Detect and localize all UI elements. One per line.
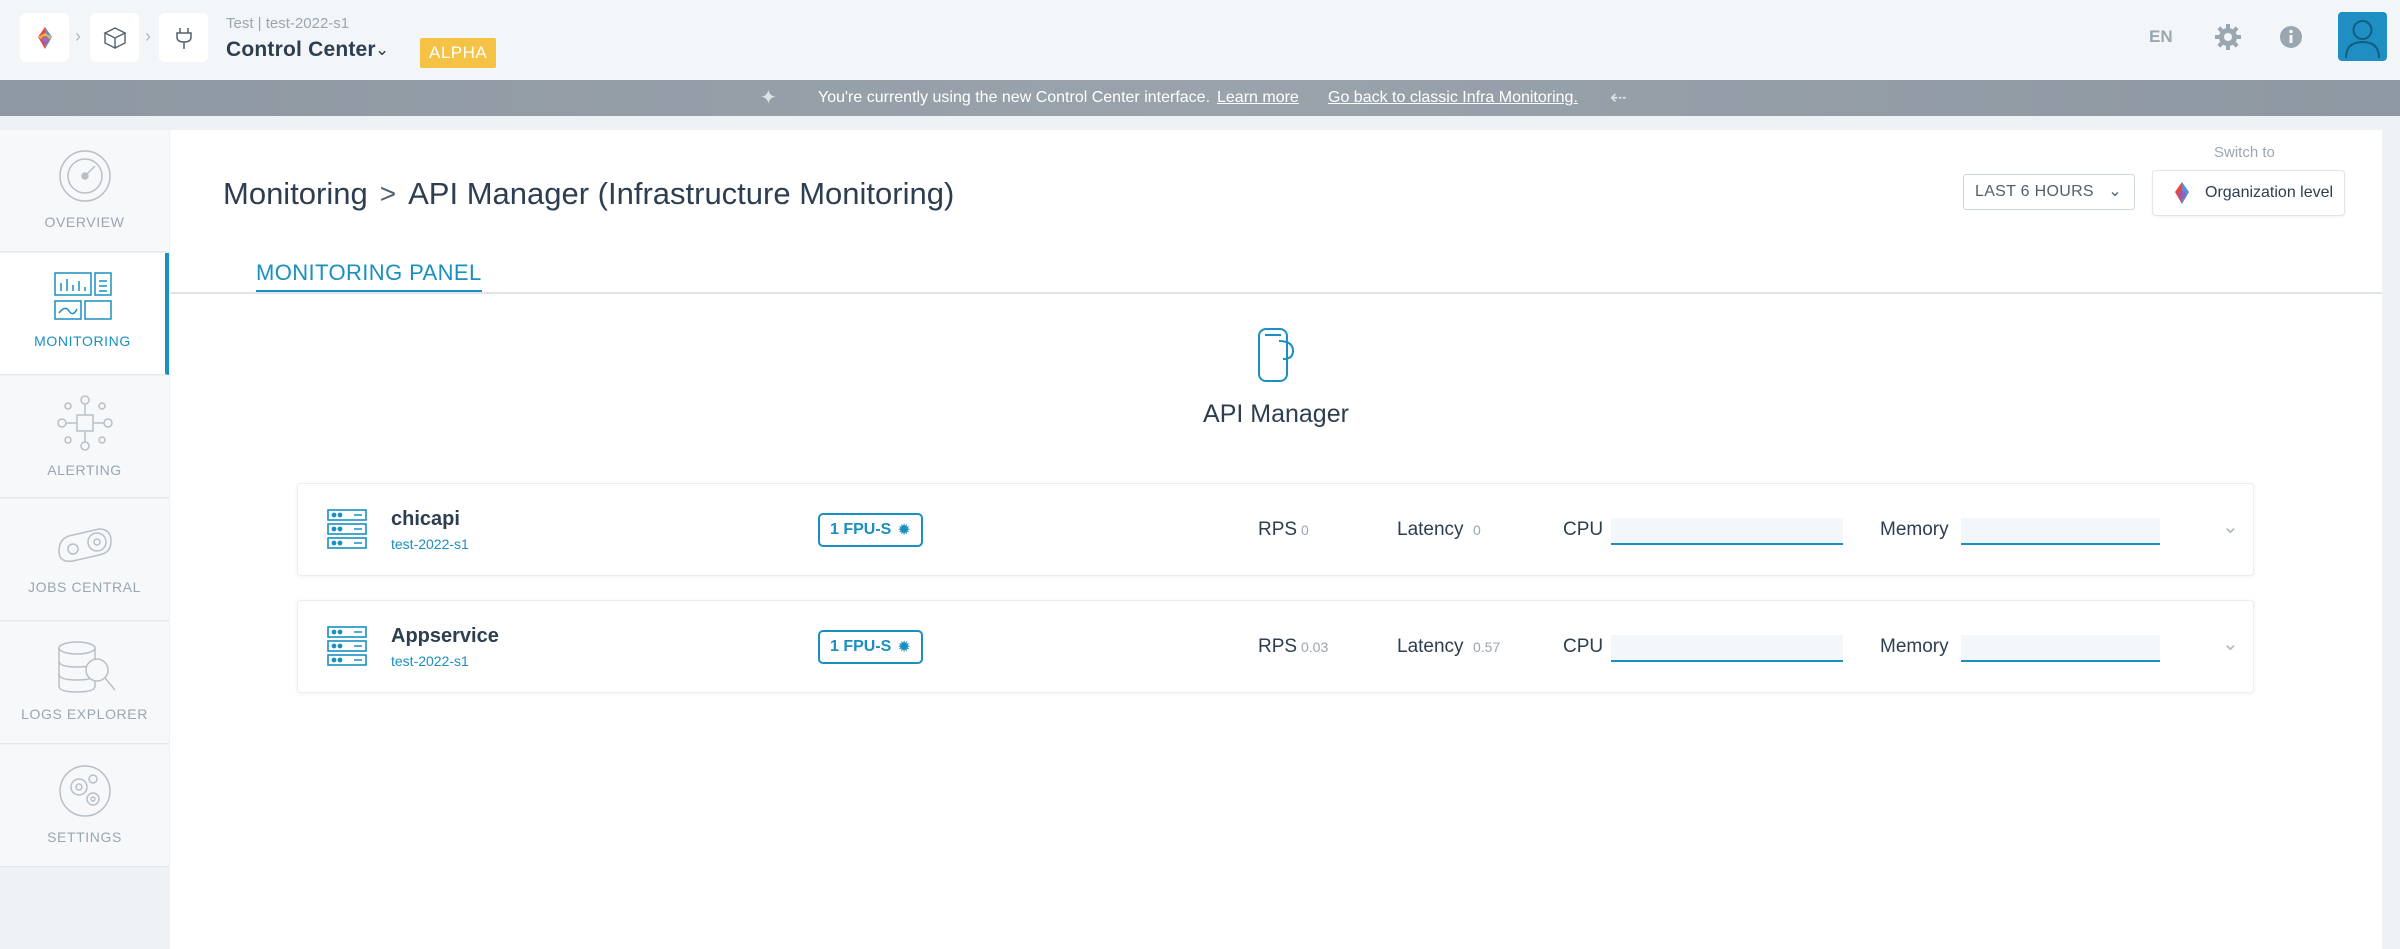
- app-logo-button[interactable]: [20, 13, 69, 62]
- cpu-sparkline: [1611, 518, 1843, 545]
- language-selector[interactable]: EN: [2149, 27, 2173, 47]
- breadcrumb-current-page: API Manager (Infrastructure Monitoring): [408, 176, 955, 211]
- fpu-badge[interactable]: 1 FPU-S ✹: [818, 630, 923, 664]
- cube-icon: [102, 26, 127, 49]
- cpu-label: CPU: [1563, 519, 1604, 540]
- service-environment: test-2022-s1: [391, 536, 469, 552]
- user-icon: [2345, 20, 2380, 59]
- memory-sparkline: [1961, 635, 2160, 662]
- service-row-chicapi[interactable]: chicapi test-2022-s1 1 FPU-S ✹ RPS 0 Lat…: [297, 483, 2254, 576]
- fpu-badge[interactable]: 1 FPU-S ✹: [818, 513, 923, 547]
- latency-value: 0.57: [1473, 639, 1501, 655]
- sidebar-item-label: MONITORING: [34, 333, 131, 349]
- fpu-label: 1 FPU-S: [830, 521, 892, 538]
- jobs-gear-icon: [57, 528, 112, 563]
- cpu-label: CPU: [1563, 636, 1604, 657]
- org-logo-icon: [2175, 182, 2189, 204]
- sidebar-item-alerting[interactable]: ALERTING: [0, 376, 169, 498]
- rps-label: RPS: [1258, 636, 1298, 657]
- api-manager-icon: [1253, 325, 1299, 390]
- chevron-down-icon: ⌄: [2108, 183, 2122, 200]
- rps-value: 0: [1301, 522, 1309, 538]
- memory-label: Memory: [1880, 519, 1949, 540]
- alert-network-icon: [56, 395, 113, 451]
- app-title[interactable]: Control Center: [226, 38, 376, 62]
- settings-gears-icon: [58, 765, 111, 817]
- alpha-badge: ALPHA: [420, 38, 497, 68]
- fpu-label: 1 FPU-S: [830, 638, 892, 655]
- gear-icon: ✹: [897, 522, 911, 539]
- project-crumb-button[interactable]: [90, 13, 139, 62]
- top-header: › › Test | test-2022-s1 Control Center ⌄…: [0, 0, 2400, 80]
- info-icon[interactable]: [2276, 22, 2306, 52]
- sidebar-item-logs-explorer[interactable]: LOGS EXPLORER: [0, 622, 169, 744]
- latency-label: Latency: [1397, 519, 1464, 540]
- sidebar-item-label: SETTINGS: [47, 829, 122, 845]
- sidebar-item-label: ALERTING: [47, 462, 122, 478]
- plug-icon: [175, 27, 192, 49]
- gauge-icon: [58, 150, 111, 202]
- sparkle-icon: ✦: [760, 87, 777, 109]
- memory-sparkline: [1961, 518, 2160, 545]
- chevron-down-icon[interactable]: ⌄: [2222, 631, 2239, 656]
- sidebar-item-label: LOGS EXPLORER: [21, 706, 148, 722]
- gear-icon: ✹: [897, 639, 911, 656]
- breadcrumb-separator: ›: [145, 26, 151, 46]
- main-panel: Monitoring > API Manager (Infrastructure…: [170, 130, 2382, 949]
- user-avatar[interactable]: [2338, 12, 2387, 61]
- logs-database-icon: [57, 641, 116, 693]
- chevron-down-icon[interactable]: ⌄: [375, 40, 389, 60]
- switch-to-label: Switch to: [2214, 144, 2275, 161]
- cpu-sparkline: [1611, 635, 1843, 662]
- switch-back-icon: ⇠: [1610, 87, 1627, 109]
- service-name: chicapi: [391, 508, 460, 530]
- server-icon: [327, 626, 367, 666]
- time-range-value: LAST 6 HOURS: [1975, 183, 2094, 200]
- service-name: Appservice: [391, 625, 499, 647]
- sidebar-item-label: JOBS CENTRAL: [28, 579, 141, 595]
- learn-more-link[interactable]: Learn more: [1217, 89, 1299, 107]
- organization-level-button[interactable]: Organization level: [2152, 170, 2345, 216]
- page-title: Monitoring > API Manager (Infrastructure…: [223, 176, 954, 212]
- memory-label: Memory: [1880, 636, 1949, 657]
- breadcrumb-separator: >: [379, 178, 397, 209]
- breadcrumb-monitoring-link[interactable]: Monitoring: [223, 176, 368, 212]
- environment-crumb-button[interactable]: [159, 13, 208, 62]
- organization-level-label: Organization level: [2205, 184, 2334, 201]
- rps-value: 0.03: [1301, 639, 1329, 655]
- sidebar-item-label: OVERVIEW: [44, 214, 125, 230]
- sidebar-item-settings[interactable]: SETTINGS: [0, 745, 169, 867]
- classic-monitoring-link[interactable]: Go back to classic Infra Monitoring.: [1328, 89, 1578, 107]
- latency-value: 0: [1473, 522, 1481, 538]
- app-logo-icon: [37, 26, 52, 49]
- project-context: Test | test-2022-s1: [226, 15, 350, 32]
- rps-label: RPS: [1258, 519, 1298, 540]
- time-range-select[interactable]: LAST 6 HOURS ⌄: [1963, 174, 2135, 210]
- latency-label: Latency: [1397, 636, 1464, 657]
- service-environment: test-2022-s1: [391, 653, 469, 669]
- server-icon: [327, 509, 367, 549]
- banner-message: You're currently using the new Control C…: [818, 89, 1211, 106]
- tab-monitoring-panel[interactable]: MONITORING PANEL: [256, 260, 482, 293]
- breadcrumb-separator: ›: [75, 26, 81, 46]
- sidebar-item-overview[interactable]: OVERVIEW: [0, 130, 169, 252]
- sidebar-item-jobs-central[interactable]: JOBS CENTRAL: [0, 499, 169, 621]
- monitoring-dashboard-icon: [53, 272, 112, 320]
- service-row-appservice[interactable]: Appservice test-2022-s1 1 FPU-S ✹ RPS 0.…: [297, 600, 2254, 693]
- service-title: API Manager: [1203, 400, 1349, 428]
- gear-icon[interactable]: [2213, 22, 2243, 52]
- chevron-down-icon[interactable]: ⌄: [2222, 514, 2239, 539]
- sidebar-item-monitoring[interactable]: MONITORING: [0, 253, 169, 375]
- interface-banner: ✦ You're currently using the new Control…: [0, 80, 2400, 116]
- tab-divider: [170, 292, 2382, 294]
